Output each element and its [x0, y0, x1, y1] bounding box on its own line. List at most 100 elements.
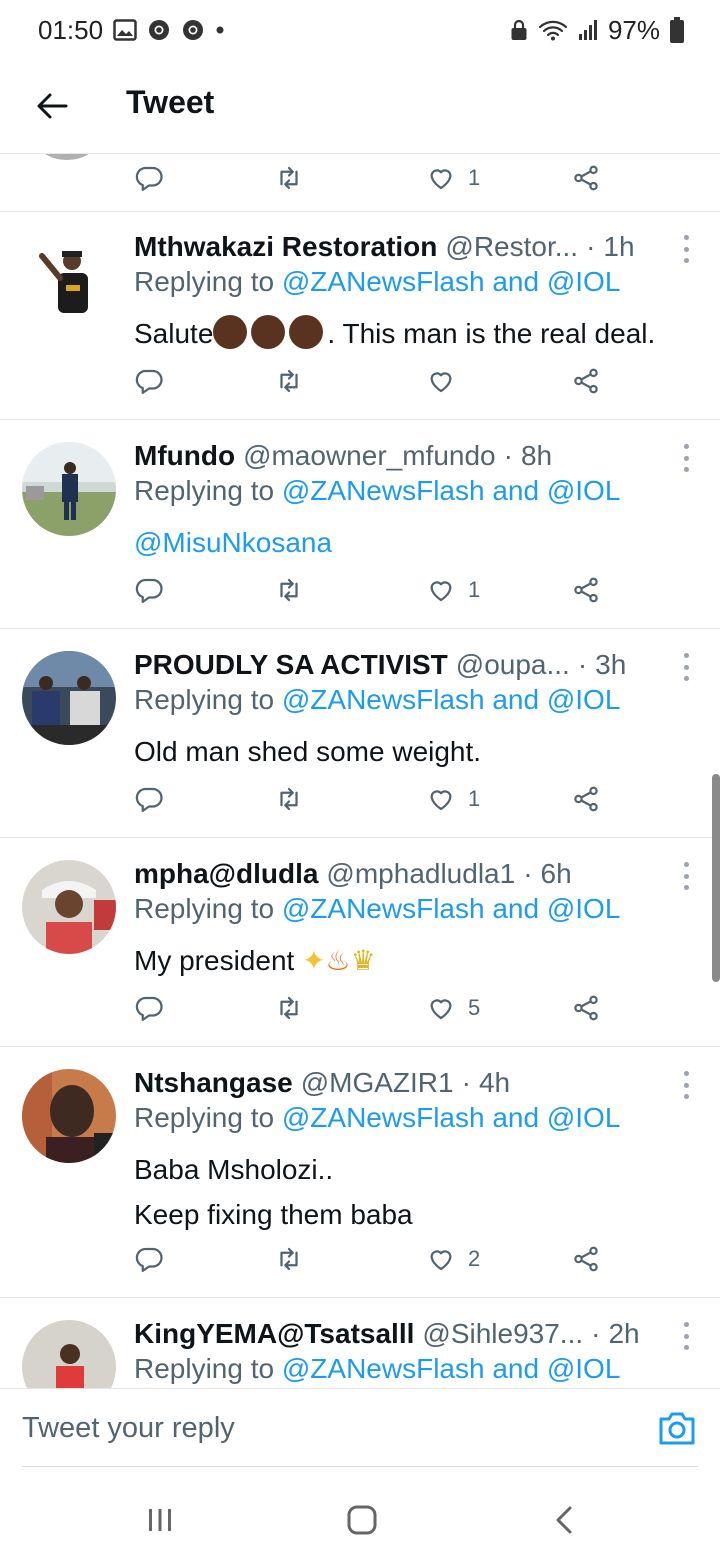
like-count: 5: [468, 995, 481, 1020]
more-button[interactable]: [678, 1067, 694, 1103]
share-button[interactable]: [571, 363, 601, 399]
mention-link[interactable]: @ZANewsFlash: [282, 1353, 485, 1384]
more-button[interactable]: [678, 649, 694, 685]
like-button[interactable]: 5: [426, 990, 480, 1026]
partial-tweet[interactable]: 1: [0, 154, 720, 212]
retweet-button[interactable]: [274, 781, 304, 817]
share-button[interactable]: [571, 572, 601, 608]
raised-fist-emoji-icon: [213, 315, 248, 349]
avatar[interactable]: [22, 233, 116, 327]
tweet[interactable]: mpha@dludla @mphadludla1 · 6h Replying t…: [0, 838, 720, 1047]
mention-link[interactable]: @IOL: [547, 475, 621, 506]
camera-button[interactable]: [656, 1407, 698, 1449]
more-button[interactable]: [678, 440, 694, 476]
tweet[interactable]: PROUDLY SA ACTIVIST @oupa... · 3h Replyi…: [0, 629, 720, 838]
like-button[interactable]: 1: [426, 160, 480, 196]
recent-apps-button[interactable]: [130, 1490, 190, 1550]
share-button[interactable]: [571, 781, 601, 817]
like-count: 1: [468, 165, 481, 190]
replying-to-prefix: Replying to: [134, 475, 275, 506]
reply-button[interactable]: [134, 160, 164, 196]
retweet-button[interactable]: [274, 572, 304, 608]
reply-icon: [134, 575, 164, 605]
app-header: Tweet: [0, 60, 720, 154]
signal-icon: [578, 19, 598, 41]
author-name[interactable]: Mfundo: [134, 440, 235, 472]
tweet-header: Ntshangase @MGAZIR1 · 4h: [134, 1063, 674, 1103]
replying-and: and: [492, 1102, 540, 1133]
reply-button[interactable]: [134, 990, 164, 1026]
mention-link[interactable]: @ZANewsFlash: [282, 893, 485, 924]
more-button[interactable]: [678, 1318, 694, 1354]
author-name[interactable]: Mthwakazi Restoration: [134, 231, 437, 263]
author-handle[interactable]: @oupa...: [456, 649, 570, 681]
home-button[interactable]: [332, 1490, 392, 1550]
author-handle[interactable]: @mphadludla1: [326, 858, 515, 890]
like-button[interactable]: 1: [426, 781, 480, 817]
reply-button[interactable]: [134, 572, 164, 608]
like-button[interactable]: [426, 363, 468, 399]
mention-link[interactable]: @ZANewsFlash: [282, 1102, 485, 1133]
avatar[interactable]: [22, 860, 116, 954]
avatar[interactable]: [22, 442, 116, 536]
tweet[interactable]: Mthwakazi Restoration @Restor... · 1h Re…: [0, 211, 720, 420]
tweet-text-mention[interactable]: @MisuNkosana: [134, 520, 332, 565]
retweet-button[interactable]: [274, 363, 304, 399]
scrollbar[interactable]: [712, 774, 720, 982]
mention-link[interactable]: @IOL: [547, 1353, 621, 1384]
reply-input[interactable]: [22, 1389, 632, 1467]
heart-icon: [426, 163, 456, 193]
reply-feed[interactable]: 1 Mthwakazi Restoration @Restor... · 1h …: [0, 154, 720, 1388]
reply-button[interactable]: [134, 1241, 164, 1277]
share-button[interactable]: [571, 1241, 601, 1277]
raised-fist-emoji-icon: [289, 315, 324, 349]
reply-button[interactable]: [134, 781, 164, 817]
tweet[interactable]: Mfundo @maowner_mfundo · 8h Replying to …: [0, 420, 720, 629]
like-button[interactable]: 1: [426, 572, 480, 608]
mention-link[interactable]: @ZANewsFlash: [282, 684, 485, 715]
back-nav-button[interactable]: [534, 1490, 594, 1550]
author-handle[interactable]: @Restor...: [445, 231, 578, 263]
share-button[interactable]: [571, 160, 601, 196]
replying-to-prefix: Replying to: [134, 893, 275, 924]
avatar[interactable]: [22, 1069, 116, 1163]
tweet[interactable]: KingYEMA@Tsatsalll @Sihle937... · 2h Rep…: [0, 1298, 720, 1388]
separator-dot: ·: [577, 649, 588, 680]
author-name[interactable]: Ntshangase: [134, 1067, 293, 1099]
back-button[interactable]: [30, 84, 74, 128]
heart-icon: [426, 366, 456, 396]
avatar[interactable]: [22, 1320, 116, 1388]
author-name[interactable]: PROUDLY SA ACTIVIST: [134, 649, 448, 681]
retweet-button[interactable]: [274, 160, 304, 196]
more-button[interactable]: [678, 231, 694, 267]
like-button[interactable]: 2: [426, 1241, 480, 1277]
author-name[interactable]: mpha@dludla: [134, 858, 318, 890]
mention-link[interactable]: @ZANewsFlash: [282, 266, 485, 297]
reply-button[interactable]: [134, 363, 164, 399]
chevron-left-icon: [556, 1506, 572, 1534]
retweet-button[interactable]: [274, 990, 304, 1026]
share-button[interactable]: [571, 990, 601, 1026]
author-name[interactable]: KingYEMA@Tsatsalll: [134, 1318, 414, 1350]
mention-link[interactable]: @IOL: [547, 893, 621, 924]
crown-emoji-icon: ♛: [350, 945, 376, 976]
avatar[interactable]: [38, 154, 96, 160]
mention-link[interactable]: @IOL: [547, 266, 621, 297]
replying-and: and: [492, 266, 540, 297]
more-button[interactable]: [678, 858, 694, 894]
tweet-header: Mfundo @maowner_mfundo · 8h: [134, 436, 674, 476]
mention-link[interactable]: @IOL: [547, 1102, 621, 1133]
author-handle[interactable]: @MGAZIR1: [301, 1067, 454, 1099]
mention-link[interactable]: @ZANewsFlash: [282, 475, 485, 506]
avatar[interactable]: [22, 651, 116, 745]
tweet-text-prefix: Salute: [134, 318, 214, 349]
mention-link[interactable]: @IOL: [547, 684, 621, 715]
author-handle[interactable]: @maowner_mfundo: [243, 440, 496, 472]
tweet-text: Old man shed some weight.: [134, 736, 482, 767]
tweet-text-content: My president: [134, 945, 295, 976]
heart-icon: [426, 993, 456, 1023]
tweet[interactable]: Ntshangase @MGAZIR1 · 4h Replying to @ZA…: [0, 1047, 720, 1298]
retweet-button[interactable]: [274, 1241, 304, 1277]
reply-icon: [134, 993, 164, 1023]
author-handle[interactable]: @Sihle937...: [422, 1318, 583, 1350]
